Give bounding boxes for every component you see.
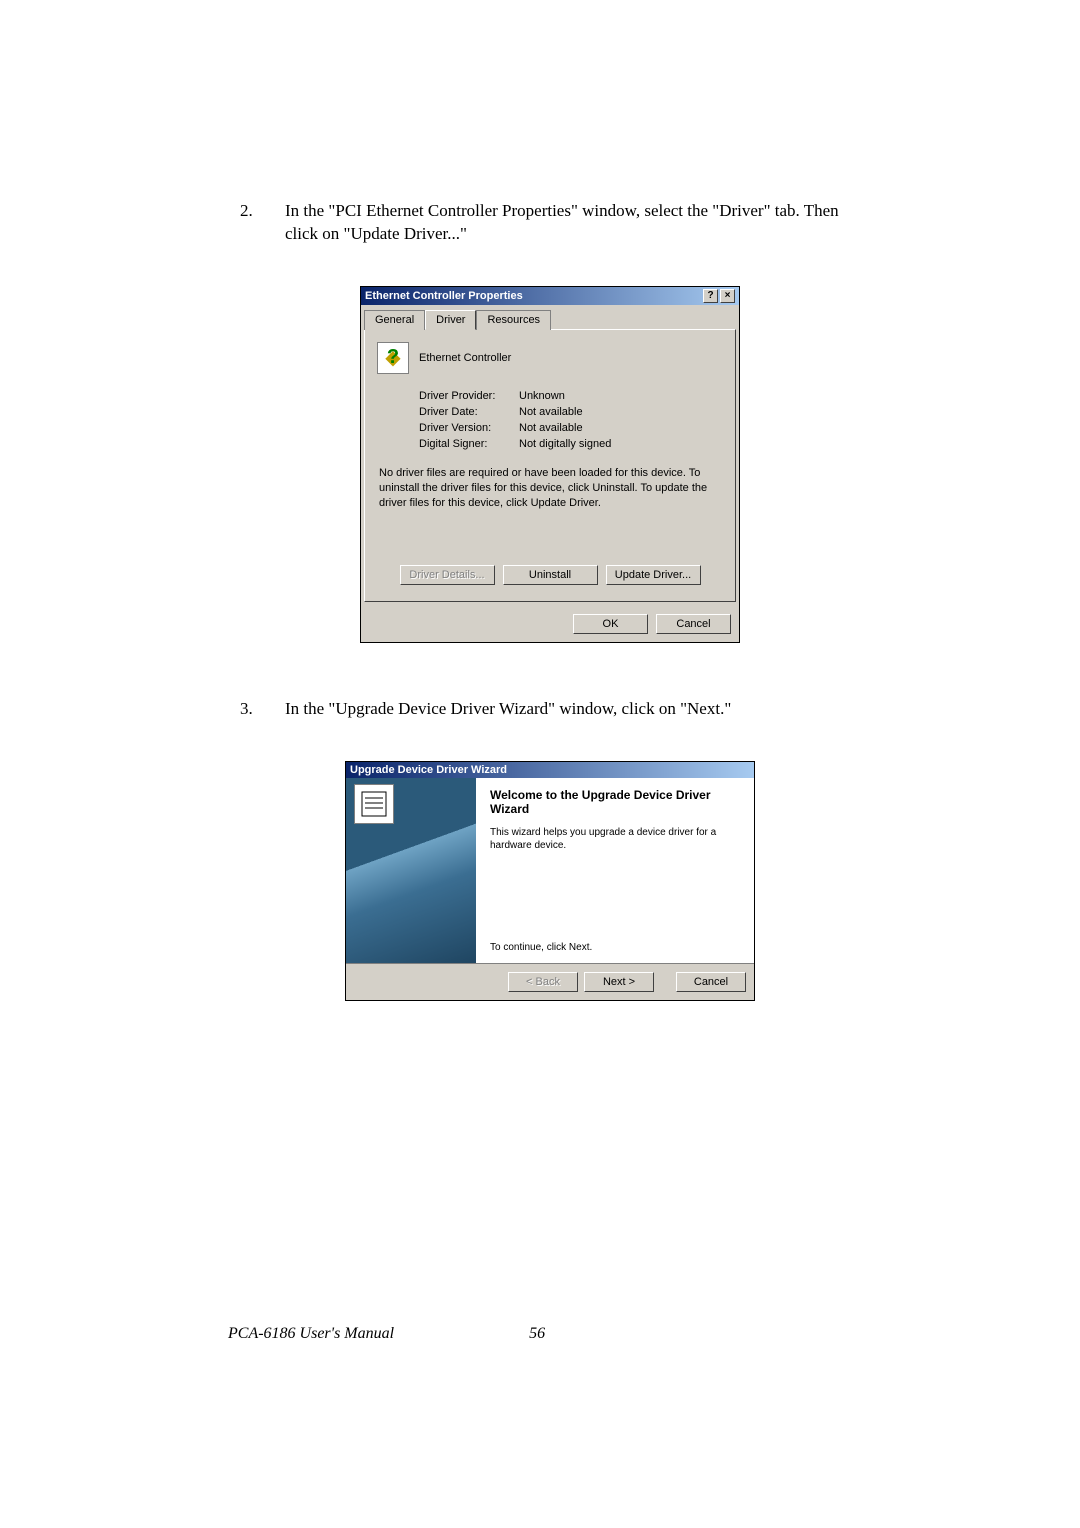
update-driver-button[interactable]: Update Driver... xyxy=(606,565,701,585)
hardware-icon xyxy=(354,784,394,824)
device-question-icon: ◆ xyxy=(377,342,409,374)
ethernet-properties-dialog: Ethernet Controller Properties ? × Gener… xyxy=(360,286,740,644)
step-text: In the "Upgrade Device Driver Wizard" wi… xyxy=(285,698,860,721)
wizard-sidebar-image xyxy=(346,778,476,963)
instruction-step-3: 3. In the "Upgrade Device Driver Wizard"… xyxy=(240,698,860,721)
titlebar: Upgrade Device Driver Wizard xyxy=(346,762,754,778)
wizard-description: This wizard helps you upgrade a device d… xyxy=(490,826,740,852)
back-button: < Back xyxy=(508,972,578,992)
next-button[interactable]: Next > xyxy=(584,972,654,992)
ok-button[interactable]: OK xyxy=(573,614,648,634)
version-label: Driver Version: xyxy=(419,422,519,434)
step-number: 2. xyxy=(240,200,255,223)
upgrade-wizard-dialog: Upgrade Device Driver Wizard Welcome to … xyxy=(345,761,755,1001)
version-value: Not available xyxy=(519,422,583,434)
signer-value: Not digitally signed xyxy=(519,438,611,450)
dialog-title: Upgrade Device Driver Wizard xyxy=(350,764,507,776)
cancel-button[interactable]: Cancel xyxy=(656,614,731,634)
wizard-welcome-title: Welcome to the Upgrade Device Driver Wiz… xyxy=(490,788,740,816)
instruction-step-2: 2. In the "PCI Ethernet Controller Prope… xyxy=(240,200,860,246)
tab-general[interactable]: General xyxy=(364,310,425,330)
device-name: Ethernet Controller xyxy=(419,352,511,364)
page-footer: PCA-6186 User's Manual 56 xyxy=(0,1325,1080,1343)
uninstall-button[interactable]: Uninstall xyxy=(503,565,598,585)
step-text: In the "PCI Ethernet Controller Properti… xyxy=(285,200,860,246)
cancel-button[interactable]: Cancel xyxy=(676,972,746,992)
titlebar: Ethernet Controller Properties ? × xyxy=(361,287,739,305)
wizard-continue-text: To continue, click Next. xyxy=(490,942,740,953)
tab-resources[interactable]: Resources xyxy=(476,310,551,330)
date-label: Driver Date: xyxy=(419,406,519,418)
provider-value: Unknown xyxy=(519,390,565,402)
provider-label: Driver Provider: xyxy=(419,390,519,402)
info-text: No driver files are required or have bee… xyxy=(379,466,721,511)
step-number: 3. xyxy=(240,698,255,721)
dialog-title: Ethernet Controller Properties xyxy=(365,290,523,302)
tab-driver[interactable]: Driver xyxy=(425,310,476,330)
help-button[interactable]: ? xyxy=(703,289,718,303)
driver-details-button: Driver Details... xyxy=(400,565,495,585)
page-number: 56 xyxy=(529,1325,545,1343)
tab-strip: General Driver Resources xyxy=(361,305,739,330)
manual-title: PCA-6186 User's Manual xyxy=(228,1325,394,1343)
close-button[interactable]: × xyxy=(720,289,735,303)
tab-body: ◆ Ethernet Controller Driver Provider: U… xyxy=(364,329,736,603)
signer-label: Digital Signer: xyxy=(419,438,519,450)
date-value: Not available xyxy=(519,406,583,418)
